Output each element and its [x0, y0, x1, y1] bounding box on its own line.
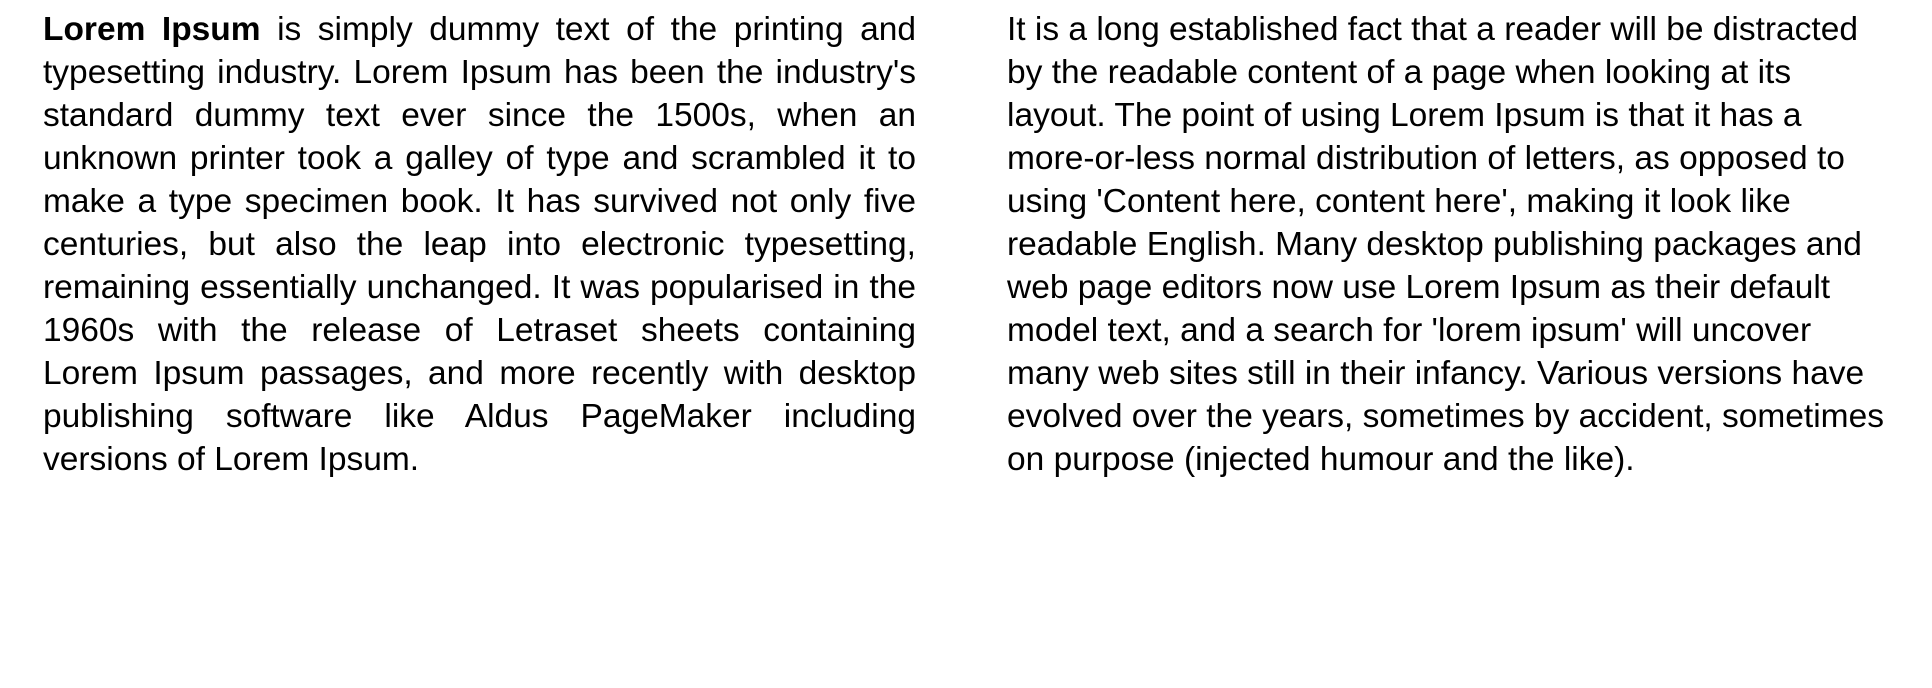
right-paragraph: It is a long established fact that a rea…: [1007, 11, 1884, 478]
document-page: Lorem Ipsum is simply dummy text of the …: [0, 0, 1932, 688]
left-text-column: Lorem Ipsum is simply dummy text of the …: [43, 8, 916, 481]
right-text-column: It is a long established fact that a rea…: [1007, 8, 1892, 481]
left-paragraph: Lorem Ipsum is simply dummy text of the …: [43, 8, 916, 481]
lead-term: Lorem Ipsum: [43, 11, 261, 48]
left-paragraph-body: is simply dummy text of the printing and…: [43, 11, 916, 478]
